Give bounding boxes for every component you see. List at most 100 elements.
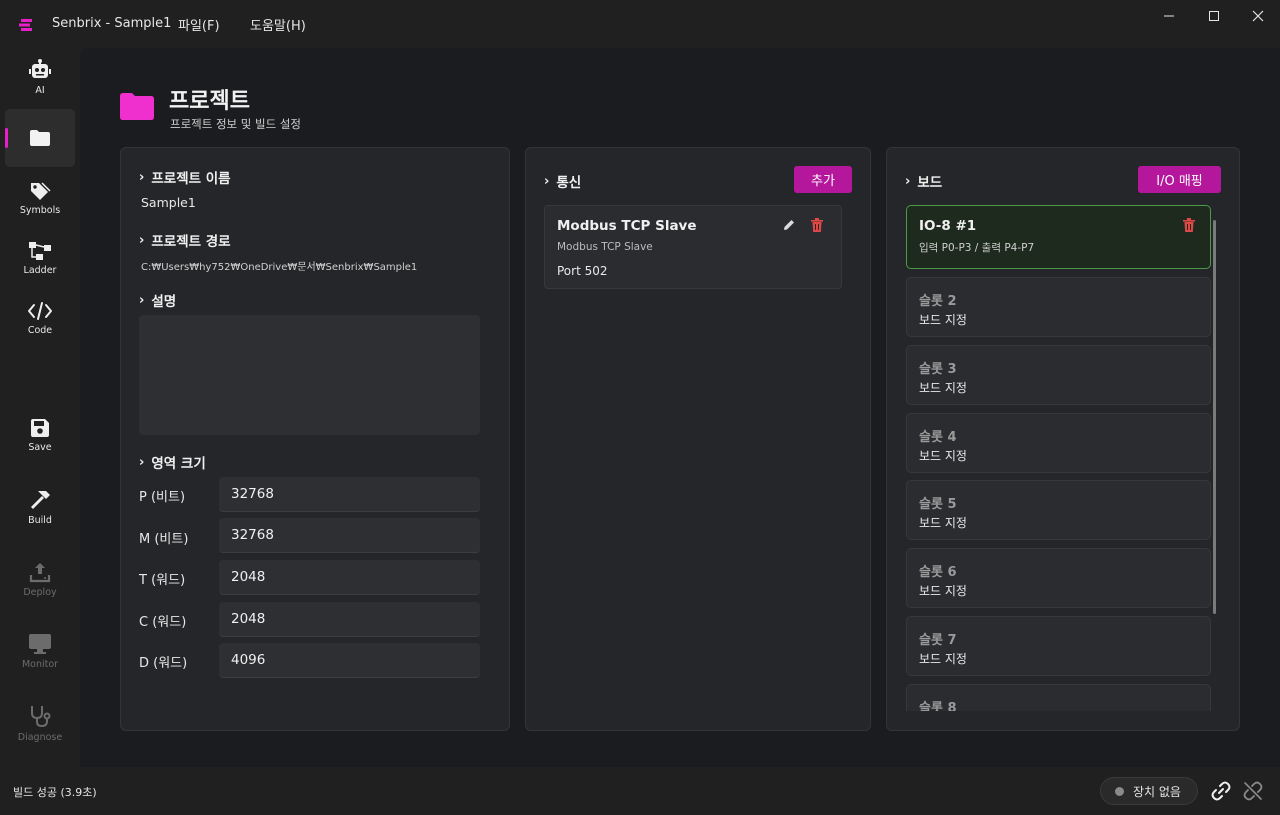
comm-item[interactable]: Modbus TCP Slave Modbus TCP Slave Port 5…: [544, 205, 842, 289]
unlink-icon: [1243, 781, 1263, 801]
close-button[interactable]: [1235, 0, 1280, 32]
board-slot-2[interactable]: 슬롯 2 보드 지정: [906, 277, 1211, 337]
board-slot-list: IO-8 #1 입력 P0-P3 / 출력 P4-P7 슬롯 2 보드 지정 슬…: [887, 204, 1239, 711]
status-bar: 빌드 성공 (3.9초) 장치 없음: [0, 767, 1280, 815]
slot-name: 슬롯 8: [919, 701, 957, 711]
active-indicator: [5, 128, 8, 148]
robot-icon: [29, 58, 51, 78]
sidebar-item-deploy[interactable]: Deploy: [5, 550, 75, 608]
board-slot-6[interactable]: 슬롯 6 보드 지정: [906, 548, 1211, 608]
sidebar-label-symbols: Symbols: [19, 204, 61, 216]
area-size-header: › 영역 크기: [139, 454, 206, 473]
slot-name: 슬롯 5: [919, 497, 957, 512]
menu-file[interactable]: 파일(F): [178, 15, 220, 34]
menu-help[interactable]: 도움말(H): [250, 15, 306, 34]
delete-icon[interactable]: [1183, 218, 1195, 232]
minimize-button[interactable]: [1146, 0, 1192, 32]
ladder-icon: [29, 241, 51, 260]
project-name-header: › 프로젝트 이름: [139, 169, 231, 188]
board-slot-3[interactable]: 슬롯 3 보드 지정: [906, 345, 1211, 405]
project-card: › 프로젝트 이름 Sample1 › 프로젝트 경로 C:₩Users₩hy7…: [120, 147, 510, 731]
device-selector[interactable]: 장치 없음: [1100, 777, 1198, 805]
window-title: Senbrix - Sample1: [52, 16, 172, 31]
area-input-m[interactable]: 32768: [219, 518, 480, 553]
sidebar-item-code[interactable]: Code: [5, 289, 75, 347]
slot-sub: 보드 지정: [919, 652, 967, 666]
area-label-c: C (워드): [139, 615, 187, 630]
sidebar-label-build: Build: [28, 514, 52, 526]
area-label-p: P (비트): [139, 490, 186, 505]
sidebar-item-build[interactable]: Build: [5, 478, 75, 536]
sidebar-item-monitor[interactable]: Monitor: [5, 622, 75, 680]
maximize-button[interactable]: [1191, 0, 1237, 32]
sidebar-item-symbols[interactable]: Symbols: [5, 169, 75, 227]
page-subtitle: 프로젝트 정보 및 빌드 설정: [170, 117, 302, 131]
device-status-text: 장치 없음: [1133, 784, 1181, 799]
comm-header: › 통신: [544, 173, 582, 192]
board-scrollbar[interactable]: [1213, 220, 1216, 614]
stethoscope-icon: [31, 705, 51, 727]
folder-icon: [120, 93, 154, 120]
comm-card: › 통신 추가 Modbus TCP Slave Modbus TCP Slav…: [525, 147, 871, 731]
app-logo-icon: [19, 19, 32, 31]
area-input-c[interactable]: 2048: [219, 602, 480, 637]
chevron-right-icon: ›: [139, 232, 145, 248]
sidebar: AI Symbols Ladder Code Save Build Deploy…: [0, 48, 80, 768]
area-label-m: M (비트): [139, 532, 189, 547]
chevron-right-icon: ›: [139, 169, 145, 185]
tag-icon: [31, 181, 51, 200]
sidebar-label-ai: AI: [35, 84, 45, 96]
board-slot-5[interactable]: 슬롯 5 보드 지정: [906, 480, 1211, 540]
board-slot-7[interactable]: 슬롯 7 보드 지정: [906, 616, 1211, 676]
code-icon: [28, 301, 52, 320]
hammer-icon: [31, 490, 50, 509]
maximize-icon: [1209, 11, 1219, 21]
disconnect-button[interactable]: [1241, 779, 1265, 803]
comm-item-title: Modbus TCP Slave: [557, 218, 697, 234]
device-status-dot: [1115, 786, 1124, 796]
sidebar-item-save[interactable]: Save: [5, 406, 75, 464]
edit-icon[interactable]: [782, 218, 796, 232]
board-header: › 보드: [905, 173, 943, 192]
sidebar-label-code: Code: [27, 324, 53, 336]
project-path-value: C:₩Users₩hy752₩OneDrive₩문서₩Senbrix₩Sampl…: [141, 262, 418, 273]
build-status: 빌드 성공 (3.9초): [13, 786, 97, 799]
connect-button[interactable]: [1209, 779, 1233, 803]
board-slot-8[interactable]: 슬롯 8: [906, 684, 1211, 711]
sidebar-label-diagnose: Diagnose: [17, 731, 63, 743]
slot-name: IO-8 #1: [919, 218, 977, 234]
area-label-t: T (워드): [139, 573, 186, 588]
io-mapping-button[interactable]: I/O 매핑: [1138, 166, 1221, 193]
close-icon: [1252, 10, 1264, 22]
sidebar-item-ladder[interactable]: Ladder: [5, 229, 75, 287]
project-name-value[interactable]: Sample1: [141, 195, 196, 210]
board-slot-1[interactable]: IO-8 #1 입력 P0-P3 / 출력 P4-P7: [906, 205, 1211, 269]
board-slot-4[interactable]: 슬롯 4 보드 지정: [906, 413, 1211, 473]
slot-sub: 보드 지정: [919, 584, 967, 598]
title-bar: Senbrix - Sample1 파일(F) 도움말(H): [0, 0, 1280, 48]
slot-sub: 보드 지정: [919, 516, 967, 530]
area-input-d[interactable]: 4096: [219, 643, 480, 678]
slot-name: 슬롯 3: [919, 362, 957, 377]
add-comm-button[interactable]: 추가: [794, 166, 852, 193]
description-textarea[interactable]: [139, 315, 480, 435]
sidebar-item-project[interactable]: [5, 109, 75, 167]
description-header: › 설명: [139, 292, 177, 311]
comm-item-port: Port 502: [557, 264, 608, 278]
slot-sub: 보드 지정: [919, 313, 967, 327]
area-input-p[interactable]: 32768: [219, 477, 480, 512]
sidebar-label-deploy: Deploy: [23, 586, 57, 598]
main-panel: 프로젝트 프로젝트 정보 및 빌드 설정 › 프로젝트 이름 Sample1 ›…: [80, 48, 1280, 767]
sidebar-item-ai[interactable]: AI: [5, 48, 75, 106]
area-label-d: D (워드): [139, 656, 188, 671]
slot-sub: 보드 지정: [919, 449, 967, 463]
sidebar-label-monitor: Monitor: [21, 658, 59, 670]
delete-icon[interactable]: [811, 218, 823, 232]
link-icon: [1211, 781, 1231, 801]
area-input-t[interactable]: 2048: [219, 560, 480, 595]
sidebar-item-diagnose[interactable]: Diagnose: [5, 694, 75, 752]
minimize-icon: [1164, 15, 1174, 17]
chevron-right-icon: ›: [139, 454, 145, 470]
slot-name: 슬롯 6: [919, 565, 957, 580]
chevron-right-icon: ›: [544, 173, 550, 189]
